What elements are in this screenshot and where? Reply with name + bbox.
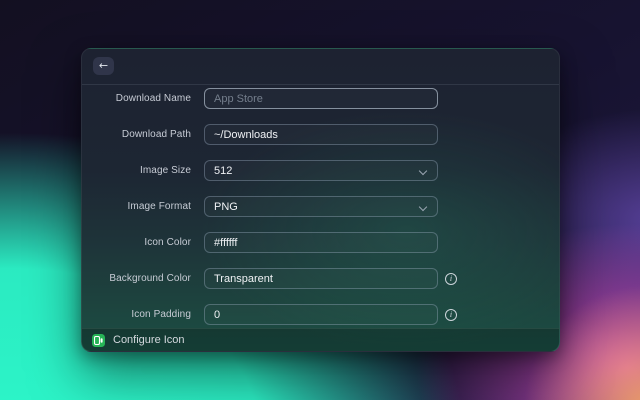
dialog-header: ← (82, 49, 559, 85)
download-name-fieldwrap (204, 88, 438, 109)
configure-icon-dialog: ← Download Name Download Path Image Size… (81, 48, 560, 352)
form-row-icon-padding: Icon Padding i (82, 304, 559, 325)
image-size-value: 512 (214, 164, 233, 177)
download-name-input[interactable] (204, 88, 438, 109)
form-row-icon-color: Icon Color (82, 232, 559, 253)
background-color-fieldwrap (204, 268, 438, 289)
download-path-label: Download Path (121, 129, 191, 140)
download-path-input[interactable] (204, 124, 438, 145)
image-format-select[interactable]: PNG (204, 196, 438, 217)
download-name-label: Download Name (115, 93, 191, 104)
form-row-image-format: Image Format PNG (82, 196, 559, 217)
background-color-label: Background Color (109, 273, 191, 284)
image-format-fieldwrap: PNG (204, 196, 438, 217)
icon-padding-label: Icon Padding (131, 309, 191, 320)
info-icon[interactable]: i (445, 272, 457, 285)
form-row-download-name: Download Name (82, 88, 559, 109)
dialog-footer: Configure Icon (82, 328, 559, 351)
form-row-background-color: Background Color i (82, 268, 559, 289)
form-row-download-path: Download Path (82, 124, 559, 145)
image-size-fieldwrap: 512 (204, 160, 438, 181)
image-size-select[interactable]: 512 (204, 160, 438, 181)
chevron-down-icon (420, 203, 427, 210)
icon-padding-input[interactable] (204, 304, 438, 325)
icon-padding-fieldwrap (204, 304, 438, 325)
image-format-value: PNG (214, 200, 238, 213)
icon-color-fieldwrap (204, 232, 438, 253)
footer-title: Configure Icon (113, 334, 185, 346)
icon-color-label: Icon Color (144, 237, 191, 248)
app-logo-icon (92, 333, 105, 347)
form-row-image-size: Image Size 512 (82, 160, 559, 181)
background-color-input[interactable] (204, 268, 438, 289)
download-path-fieldwrap (204, 124, 438, 145)
info-icon[interactable]: i (445, 308, 457, 321)
settings-form: Download Name Download Path Image Size 5… (82, 85, 559, 325)
icon-color-input[interactable] (204, 232, 438, 253)
image-format-label: Image Format (127, 201, 191, 212)
chevron-down-icon (420, 167, 427, 174)
back-button[interactable]: ← (93, 57, 114, 75)
image-size-label: Image Size (139, 165, 191, 176)
